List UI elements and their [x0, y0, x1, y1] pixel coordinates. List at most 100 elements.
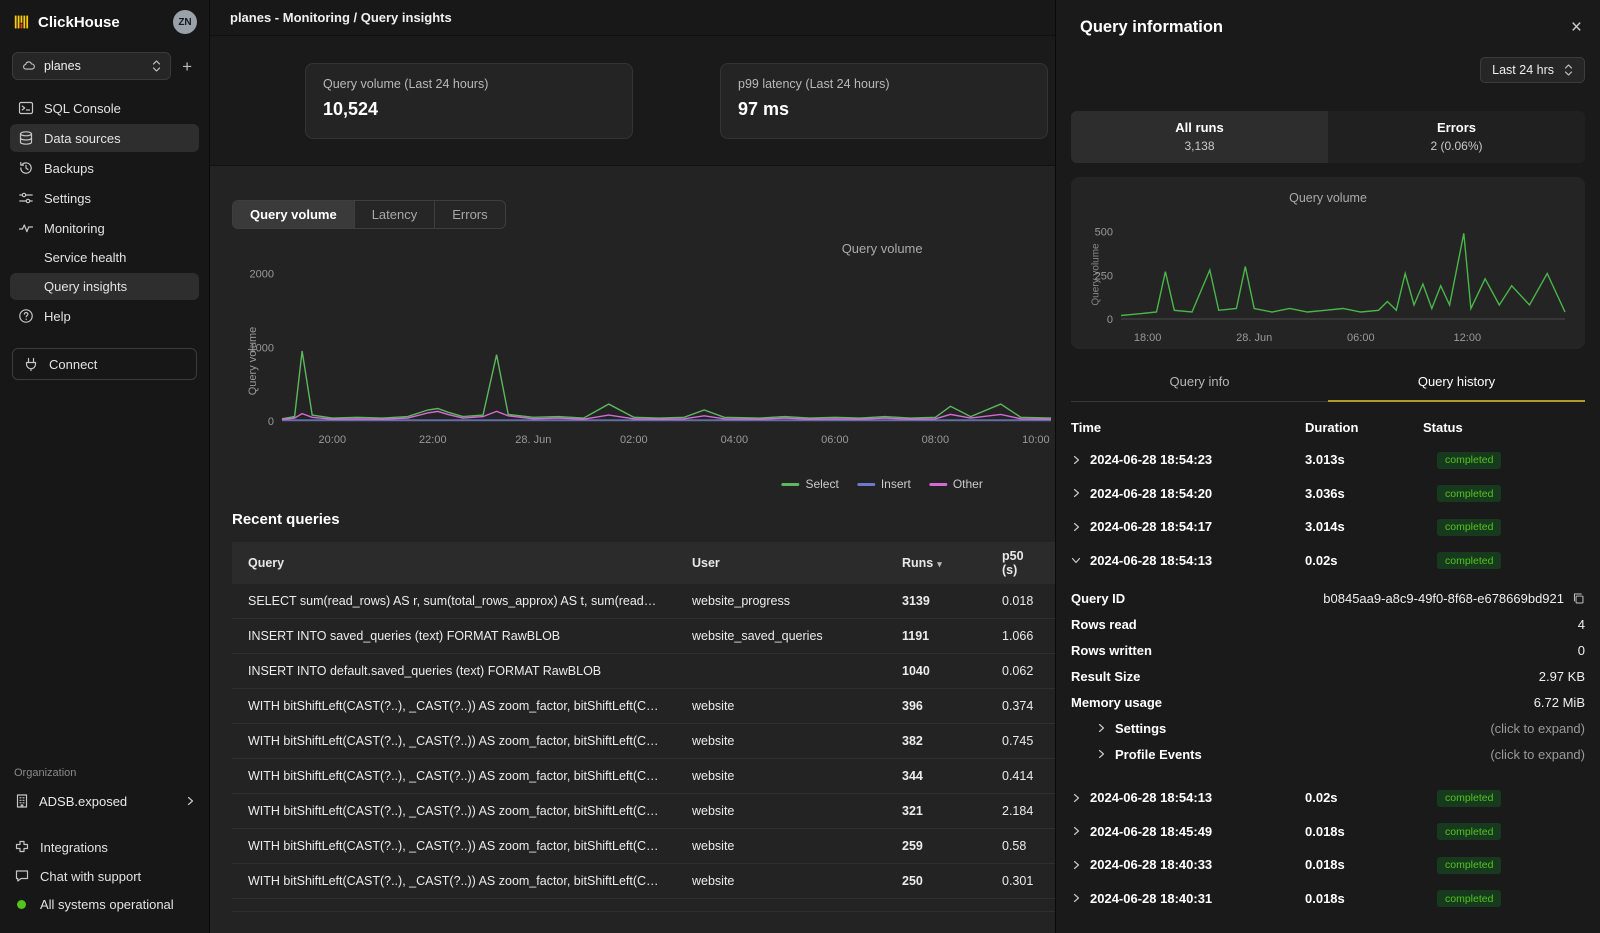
legend-item-select[interactable]: Select	[781, 477, 838, 491]
main-content: Query volume Latency Errors Query volume…	[210, 166, 1055, 933]
sidebar-item-label: Monitoring	[44, 221, 105, 236]
detail-rows-read: Rows read 4	[1056, 611, 1600, 637]
history-row[interactable]: 2024-06-28 18:54:23 3.013s completed	[1056, 443, 1600, 477]
status-label: All systems operational	[40, 897, 174, 912]
system-status[interactable]: All systems operational	[14, 892, 195, 917]
svg-text:06:00: 06:00	[821, 434, 849, 446]
sidebar-item-integrations[interactable]: Integrations	[14, 834, 195, 860]
svg-text:1000: 1000	[250, 342, 274, 354]
svg-text:18:00: 18:00	[1134, 332, 1162, 344]
tab-errors[interactable]: Errors 2 (0.06%)	[1328, 111, 1585, 163]
copy-icon[interactable]	[1572, 592, 1585, 605]
avatar[interactable]: ZN	[173, 10, 197, 34]
history-row[interactable]: 2024-06-28 18:54:17 3.014s completed	[1056, 510, 1600, 544]
column-header-runs[interactable]: Runs▾	[886, 542, 986, 584]
svg-text:2000: 2000	[250, 269, 274, 281]
history-row-expanded[interactable]: 2024-06-28 18:54:13 0.02s completed	[1056, 544, 1600, 578]
svg-text:02:00: 02:00	[620, 434, 648, 446]
history-row[interactable]: 2024-06-28 18:54:20 3.036s completed	[1056, 477, 1600, 511]
svg-text:20:00: 20:00	[319, 434, 347, 446]
sidebar-item-query-insights[interactable]: Query insights	[10, 273, 199, 300]
history-row[interactable]: 2024-06-28 18:45:49 0.018s completed	[1056, 815, 1600, 849]
chevron-right-icon	[1071, 826, 1081, 836]
sidebar-item-backups[interactable]: Backups	[10, 154, 199, 182]
line-chart[interactable]: 025050018:0028. Jun06:0012:00	[1079, 213, 1579, 345]
sidebar-item-label: Query insights	[44, 279, 127, 294]
detail-settings[interactable]: Settings (click to expand)	[1056, 715, 1600, 741]
table-row[interactable]	[232, 899, 1055, 912]
table-row[interactable]: WITH bitShiftLeft(CAST(?..), _CAST(?..))…	[232, 829, 1055, 864]
sidebar-item-monitoring[interactable]: Monitoring	[10, 214, 199, 242]
stats-band: Query volume (Last 24 hours) 10,524 p99 …	[210, 36, 1055, 166]
footer-item-label: Integrations	[40, 840, 108, 855]
table-row[interactable]: SELECT sum(read_rows) AS r, sum(total_ro…	[232, 584, 1055, 619]
table-row[interactable]: INSERT INTO saved_queries (text) FORMAT …	[232, 619, 1055, 654]
footer-item-label: Chat with support	[40, 869, 141, 884]
chevron-right-icon	[1071, 860, 1081, 870]
detail-profile-events[interactable]: Profile Events (click to expand)	[1056, 741, 1600, 767]
legend-item-insert[interactable]: Insert	[857, 477, 911, 491]
detail-memory-usage: Memory usage 6.72 MiB	[1056, 689, 1600, 715]
panel-title: Query information	[1080, 18, 1223, 37]
sliders-icon	[18, 190, 34, 206]
connect-button[interactable]: Connect	[12, 348, 197, 380]
column-header-user[interactable]: User	[676, 542, 886, 584]
detail-rows-written: Rows written 0	[1056, 637, 1600, 663]
table-row[interactable]: INSERT INTO default.saved_queries (text)…	[232, 654, 1055, 689]
time-range-selector[interactable]: Last 24 hrs	[1480, 57, 1585, 83]
tab-all-runs[interactable]: All runs 3,138	[1071, 111, 1328, 163]
tab-latency[interactable]: Latency	[355, 201, 436, 228]
history-row[interactable]: 2024-06-28 18:40:33 0.018s completed	[1056, 848, 1600, 882]
column-header-p50[interactable]: p50 (s)	[986, 542, 1055, 584]
svg-text:0: 0	[1107, 314, 1113, 326]
status-badge: completed	[1437, 790, 1501, 807]
connect-label: Connect	[49, 357, 97, 372]
main-area: planes - Monitoring / Query insights Que…	[210, 0, 1055, 933]
svg-text:500: 500	[1095, 227, 1113, 239]
sidebar-item-sql-console[interactable]: SQL Console	[10, 94, 199, 122]
history-row[interactable]: 2024-06-28 18:54:13 0.02s completed	[1056, 781, 1600, 815]
sidebar-item-service-health[interactable]: Service health	[10, 244, 199, 271]
table-row[interactable]: WITH bitShiftLeft(CAST(?..), _CAST(?..))…	[232, 759, 1055, 794]
organization-section: Organization ADSB.exposed	[0, 767, 209, 816]
query-volume-chart: Query volume Query volume 01000200020:00…	[232, 229, 1055, 495]
chevron-right-icon	[1071, 488, 1081, 498]
sort-desc-icon: ▾	[937, 559, 942, 569]
sidebar-item-settings[interactable]: Settings	[10, 184, 199, 212]
sidebar-item-data-sources[interactable]: Data sources	[10, 124, 199, 152]
app-window: ClickHouse ZN planes + SQL Console	[0, 0, 1600, 933]
sidebar-item-chat-support[interactable]: Chat with support	[14, 863, 195, 889]
sidebar-item-help[interactable]: Help	[10, 302, 199, 330]
tab-query-volume[interactable]: Query volume	[233, 201, 355, 228]
history-row[interactable]: 2024-06-28 18:40:31 0.018s completed	[1056, 882, 1600, 916]
database-icon	[18, 130, 34, 146]
panel-chart-title: Query volume	[1071, 177, 1585, 205]
table-row[interactable]: WITH bitShiftLeft(CAST(?..), _CAST(?..))…	[232, 794, 1055, 829]
tab-errors[interactable]: Errors	[435, 201, 504, 228]
legend-item-other[interactable]: Other	[929, 477, 983, 491]
chat-icon	[14, 868, 30, 884]
svg-text:06:00: 06:00	[1347, 332, 1375, 344]
brand-name: ClickHouse	[38, 14, 165, 31]
table-row[interactable]: WITH bitShiftLeft(CAST(?..), _CAST(?..))…	[232, 864, 1055, 899]
table-row[interactable]: WITH bitShiftLeft(CAST(?..), _CAST(?..))…	[232, 689, 1055, 724]
service-selector[interactable]: planes	[12, 52, 171, 80]
tab-query-history[interactable]: Query history	[1328, 365, 1585, 402]
help-icon	[18, 308, 34, 324]
close-icon[interactable]: ×	[1571, 18, 1582, 37]
line-chart[interactable]: 01000200020:0022:0028. Jun02:0004:0006:0…	[232, 247, 1055, 447]
legend-swatch	[929, 483, 947, 486]
chevron-updown-icon	[1564, 63, 1573, 77]
tab-query-info[interactable]: Query info	[1071, 365, 1328, 401]
column-header-query[interactable]: Query	[232, 542, 676, 584]
status-badge: completed	[1437, 890, 1501, 907]
legend-label: Insert	[881, 477, 911, 491]
sidebar-item-label: SQL Console	[44, 101, 121, 116]
chevron-right-icon	[1071, 793, 1081, 803]
plug-icon	[23, 356, 39, 372]
history-header: Time Duration Status	[1056, 402, 1600, 443]
service-name: planes	[44, 59, 144, 73]
organization-selector[interactable]: ADSB.exposed	[0, 786, 209, 816]
table-row[interactable]: WITH bitShiftLeft(CAST(?..), _CAST(?..))…	[232, 724, 1055, 759]
add-service-button[interactable]: +	[177, 56, 197, 77]
